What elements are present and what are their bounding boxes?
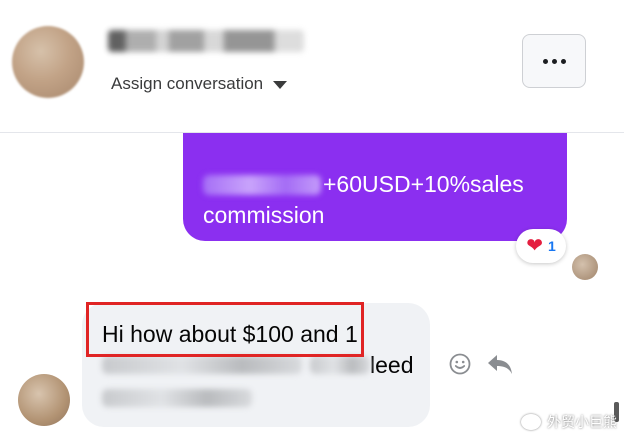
received-message-line3: [102, 384, 430, 414]
conversation-header: Assign conversation: [0, 0, 624, 133]
sent-message-line: +60USD+10%sales: [203, 169, 549, 200]
contact-avatar[interactable]: [12, 26, 84, 98]
caret-down-icon: [273, 81, 288, 89]
sender-avatar[interactable]: [18, 374, 70, 426]
smile-icon[interactable]: [449, 353, 471, 375]
redacted-text: [203, 174, 321, 195]
reply-icon[interactable]: [486, 352, 514, 376]
redacted-text: [310, 356, 370, 374]
sent-message-text-line2: commission: [203, 202, 325, 228]
assign-conversation-label: Assign conversation: [111, 74, 264, 93]
watermark: 外贸小巨熊: [521, 412, 617, 432]
contact-name-redacted: [108, 30, 304, 52]
watermark-text: 外贸小巨熊: [547, 414, 617, 430]
redacted-text: [102, 356, 302, 374]
ellipsis-icon: [542, 58, 566, 64]
reaction-count: 1: [547, 238, 556, 254]
sent-message-bubble[interactable]: +60USD+10%sales commission: [183, 133, 567, 241]
scrollbar-track[interactable]: [608, 132, 624, 446]
message-reaction[interactable]: ❤ 1: [516, 229, 566, 263]
sent-message-text: +60USD+10%sales: [323, 171, 524, 197]
highlight-annotation: [86, 302, 364, 357]
more-options-button[interactable]: [522, 34, 586, 88]
redacted-text: [102, 389, 252, 407]
seen-indicator-avatar: [572, 254, 598, 280]
assign-conversation-dropdown[interactable]: Assign conversation: [111, 74, 288, 94]
heart-icon: ❤: [526, 235, 543, 257]
wechat-logo-icon: [521, 414, 541, 430]
received-message-text-fragment: leed: [370, 352, 414, 378]
